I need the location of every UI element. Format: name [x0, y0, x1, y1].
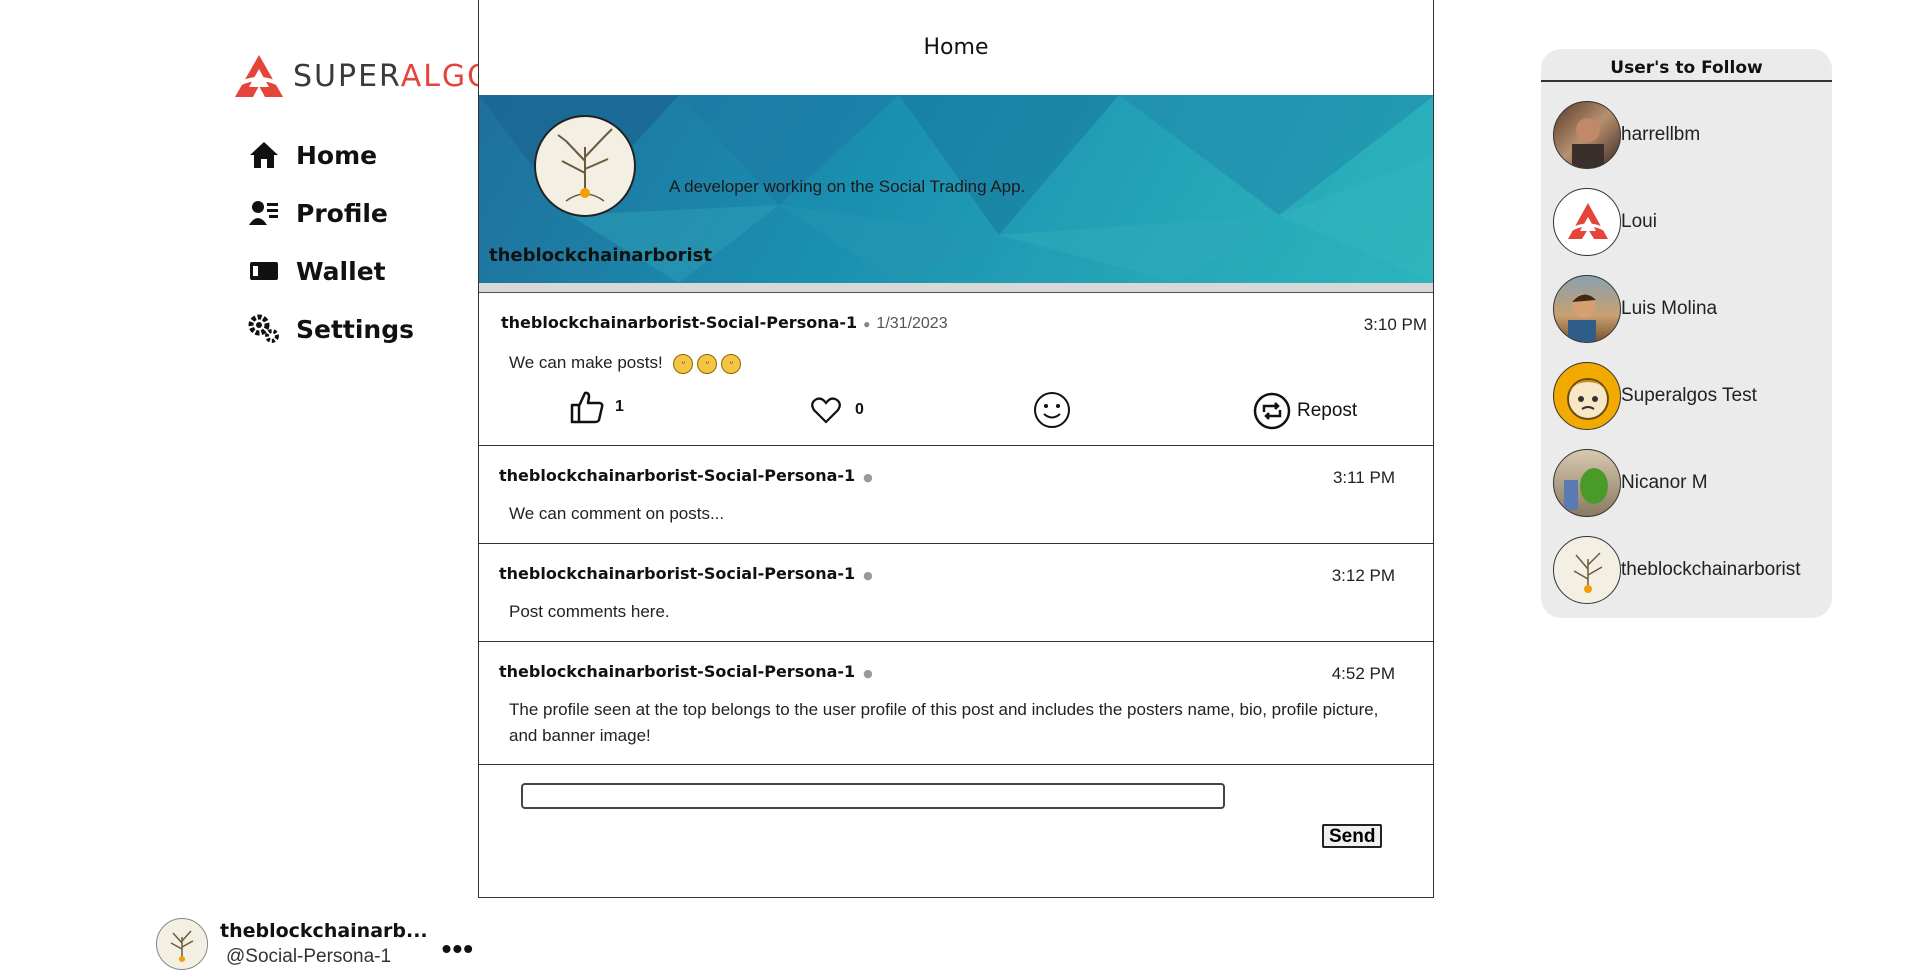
nav-item-profile[interactable]: Profile [248, 184, 414, 242]
comment-time: 4:52 PM [1331, 664, 1395, 683]
avatar [156, 918, 208, 970]
main-post: theblockchainarborist-Social-Persona-1 ●… [479, 293, 1433, 446]
nav-label-wallet: Wallet [296, 256, 386, 286]
profile-icon [248, 197, 280, 229]
superalgos-logo[interactable]: SUPERALGOS [233, 53, 514, 99]
smiley-icon [1034, 392, 1070, 428]
comment-item: theblockchainarborist-Social-Persona-1 ● … [479, 642, 1433, 765]
repost-icon [1253, 392, 1291, 430]
like-count: 1 [615, 398, 624, 415]
nav-item-wallet[interactable]: Wallet [248, 242, 414, 300]
avatar [1553, 536, 1621, 604]
avatar [1553, 449, 1621, 517]
panel-title: User's to Follow [1541, 49, 1832, 82]
comment-item: theblockchainarborist-Social-Persona-1 ● … [479, 544, 1433, 642]
grinning-emoji-icon: ᵕ [673, 353, 694, 374]
post-time: 3:10 PM [1363, 315, 1427, 334]
comment-text: The profile seen at the top belongs to t… [509, 700, 1379, 745]
heart-count: 0 [855, 401, 864, 418]
banner-divider [479, 283, 1433, 293]
post-date: 1/31/2023 [876, 315, 948, 332]
comment-input[interactable] [521, 783, 1225, 809]
post-text: We can make posts! [509, 353, 663, 372]
avatar [1553, 362, 1621, 430]
follow-user[interactable]: Superalgos Test [1553, 362, 1757, 430]
comment-author[interactable]: theblockchainarborist-Social-Persona-1 [499, 662, 855, 681]
nav-item-settings[interactable]: Settings [248, 300, 414, 358]
avatar [1553, 275, 1621, 343]
nav-label-home: Home [296, 140, 378, 170]
like-button[interactable]: 1 [569, 389, 624, 425]
post-author[interactable]: theblockchainarborist-Social-Persona-1 [501, 313, 857, 332]
banner-bio: A developer working on the Social Tradin… [669, 177, 1026, 196]
nav-label-settings: Settings [296, 314, 415, 344]
comment-text: Post comments here. [509, 602, 670, 621]
repost-button[interactable]: Repost [1253, 392, 1357, 430]
emoji-reaction-button[interactable] [1033, 391, 1071, 429]
superalgos-logo-icon [235, 55, 283, 97]
banner-avatar[interactable] [534, 115, 636, 217]
page-title: Home [923, 35, 989, 60]
separator-dot: ● [863, 667, 873, 680]
heart-button[interactable]: 0 [811, 396, 864, 424]
follow-user-name: theblockchainarborist [1621, 559, 1801, 580]
wallet-icon [248, 255, 280, 287]
gear-icon [248, 313, 280, 345]
avatar [1553, 188, 1621, 256]
comment-time: 3:11 PM [1332, 468, 1395, 487]
grimacing-emoji-icon: ᵕ [721, 353, 742, 374]
nav-item-home[interactable]: Home [248, 126, 414, 184]
follow-user[interactable]: theblockchainarborist [1553, 536, 1801, 604]
send-button[interactable]: Send [1322, 824, 1383, 848]
banner-name: theblockchainarborist [489, 245, 712, 266]
comment-time: 3:12 PM [1331, 566, 1395, 585]
follow-user[interactable]: Nicanor M [1553, 449, 1708, 517]
comment-text: We can comment on posts... [509, 504, 725, 523]
comment-author[interactable]: theblockchainarborist-Social-Persona-1 [499, 466, 855, 485]
follow-user-name: Superalgos Test [1621, 385, 1757, 406]
more-options-icon[interactable]: ••• [442, 933, 474, 965]
feed-panel: Home A developer working on the Social T… [478, 0, 1434, 898]
comment-item: theblockchainarborist-Social-Persona-1 ● … [479, 446, 1433, 544]
follow-user-name: harrellbm [1621, 124, 1701, 145]
follow-user[interactable]: Luis Molina [1553, 275, 1717, 343]
heart-icon [811, 397, 841, 424]
follow-user[interactable]: harrellbm [1553, 101, 1700, 169]
follow-user-name: Loui [1621, 211, 1657, 232]
follow-user[interactable]: Loui [1553, 188, 1657, 256]
main-nav: Home Profile Wallet Settings [248, 126, 414, 358]
thumbs-up-icon [570, 391, 604, 424]
smiling-emoji-icon: ᵕ [697, 353, 718, 374]
separator-dot: ● [863, 569, 873, 582]
comment-author[interactable]: theblockchainarborist-Social-Persona-1 [499, 564, 855, 583]
account-handle: @Social-Persona-1 [226, 946, 392, 967]
home-icon [248, 139, 280, 171]
separator-dot: ● [863, 317, 871, 331]
repost-label: Repost [1297, 400, 1358, 421]
profile-banner: A developer working on the Social Tradin… [479, 95, 1433, 283]
account-name: theblockchainarb... [220, 920, 428, 942]
follow-user-name: Luis Molina [1621, 298, 1718, 319]
follow-user-name: Nicanor M [1621, 472, 1708, 493]
comment-composer: Send [479, 765, 1433, 869]
account-switcher[interactable]: theblockchainarb... @Social-Persona-1 ••… [156, 918, 474, 970]
nav-label-profile: Profile [296, 198, 388, 228]
avatar [1553, 101, 1621, 169]
separator-dot: ● [863, 471, 873, 484]
post-emojis: ᵕ ᵕ ᵕ [673, 353, 742, 374]
users-to-follow-panel: User's to Follow harrellbm Loui Luis Mol… [1541, 49, 1832, 618]
